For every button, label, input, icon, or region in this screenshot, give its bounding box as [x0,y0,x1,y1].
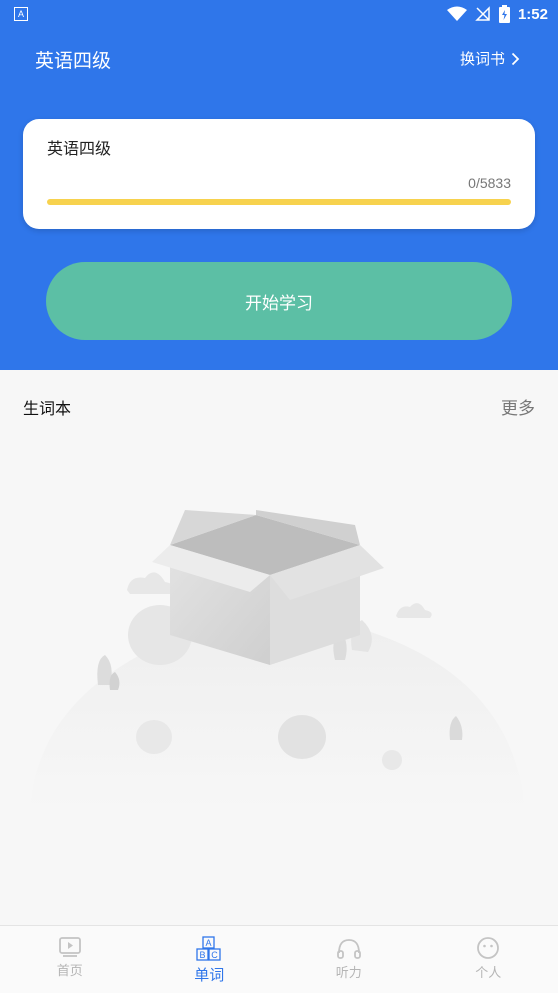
tab-words[interactable]: A B C 单词 [140,926,280,993]
abc-blocks-icon: A B C [194,936,224,962]
tab-label: 首页 [57,960,83,979]
tab-listening[interactable]: 听力 [279,926,419,993]
vocab-more-link[interactable]: 更多 [501,394,535,419]
status-right: 1:52 [447,4,548,24]
no-signal-icon [475,6,491,22]
book-name: 英语四级 [47,135,111,159]
switch-book-button[interactable]: 换词书 [460,48,520,69]
tab-home[interactable]: 首页 [0,926,140,993]
app-notification-icon: A [14,7,28,21]
progress-count: 0/5833 [468,175,511,191]
tab-label: 单词 [194,964,224,985]
face-icon [475,936,501,960]
empty-box-illustration [20,490,540,830]
play-icon [58,936,82,958]
tab-label: 听力 [336,962,362,981]
progress-bar [47,199,511,205]
page-title: 英语四级 [35,46,111,73]
header: 英语四级 换词书 英语四级 0/5833 开始学习 [0,28,558,370]
switch-book-label: 换词书 [460,48,505,69]
headphones-icon [336,936,362,960]
vocab-book-title: 生词本 [23,395,71,419]
tab-label: 个人 [475,962,501,981]
svg-text:B: B [200,950,206,960]
wifi-icon [447,6,467,22]
status-time: 1:52 [518,6,548,23]
start-learning-button[interactable]: 开始学习 [46,262,512,340]
tab-profile[interactable]: 个人 [419,926,558,993]
svg-text:C: C [212,950,219,960]
battery-icon [499,5,510,23]
bottom-tab-bar: 首页 A B C 单词 听力 个人 [0,925,558,993]
svg-text:A: A [206,938,212,948]
book-card[interactable]: 英语四级 0/5833 [23,119,535,229]
status-bar: A 1:52 [0,0,558,28]
chevron-right-icon [511,52,520,66]
